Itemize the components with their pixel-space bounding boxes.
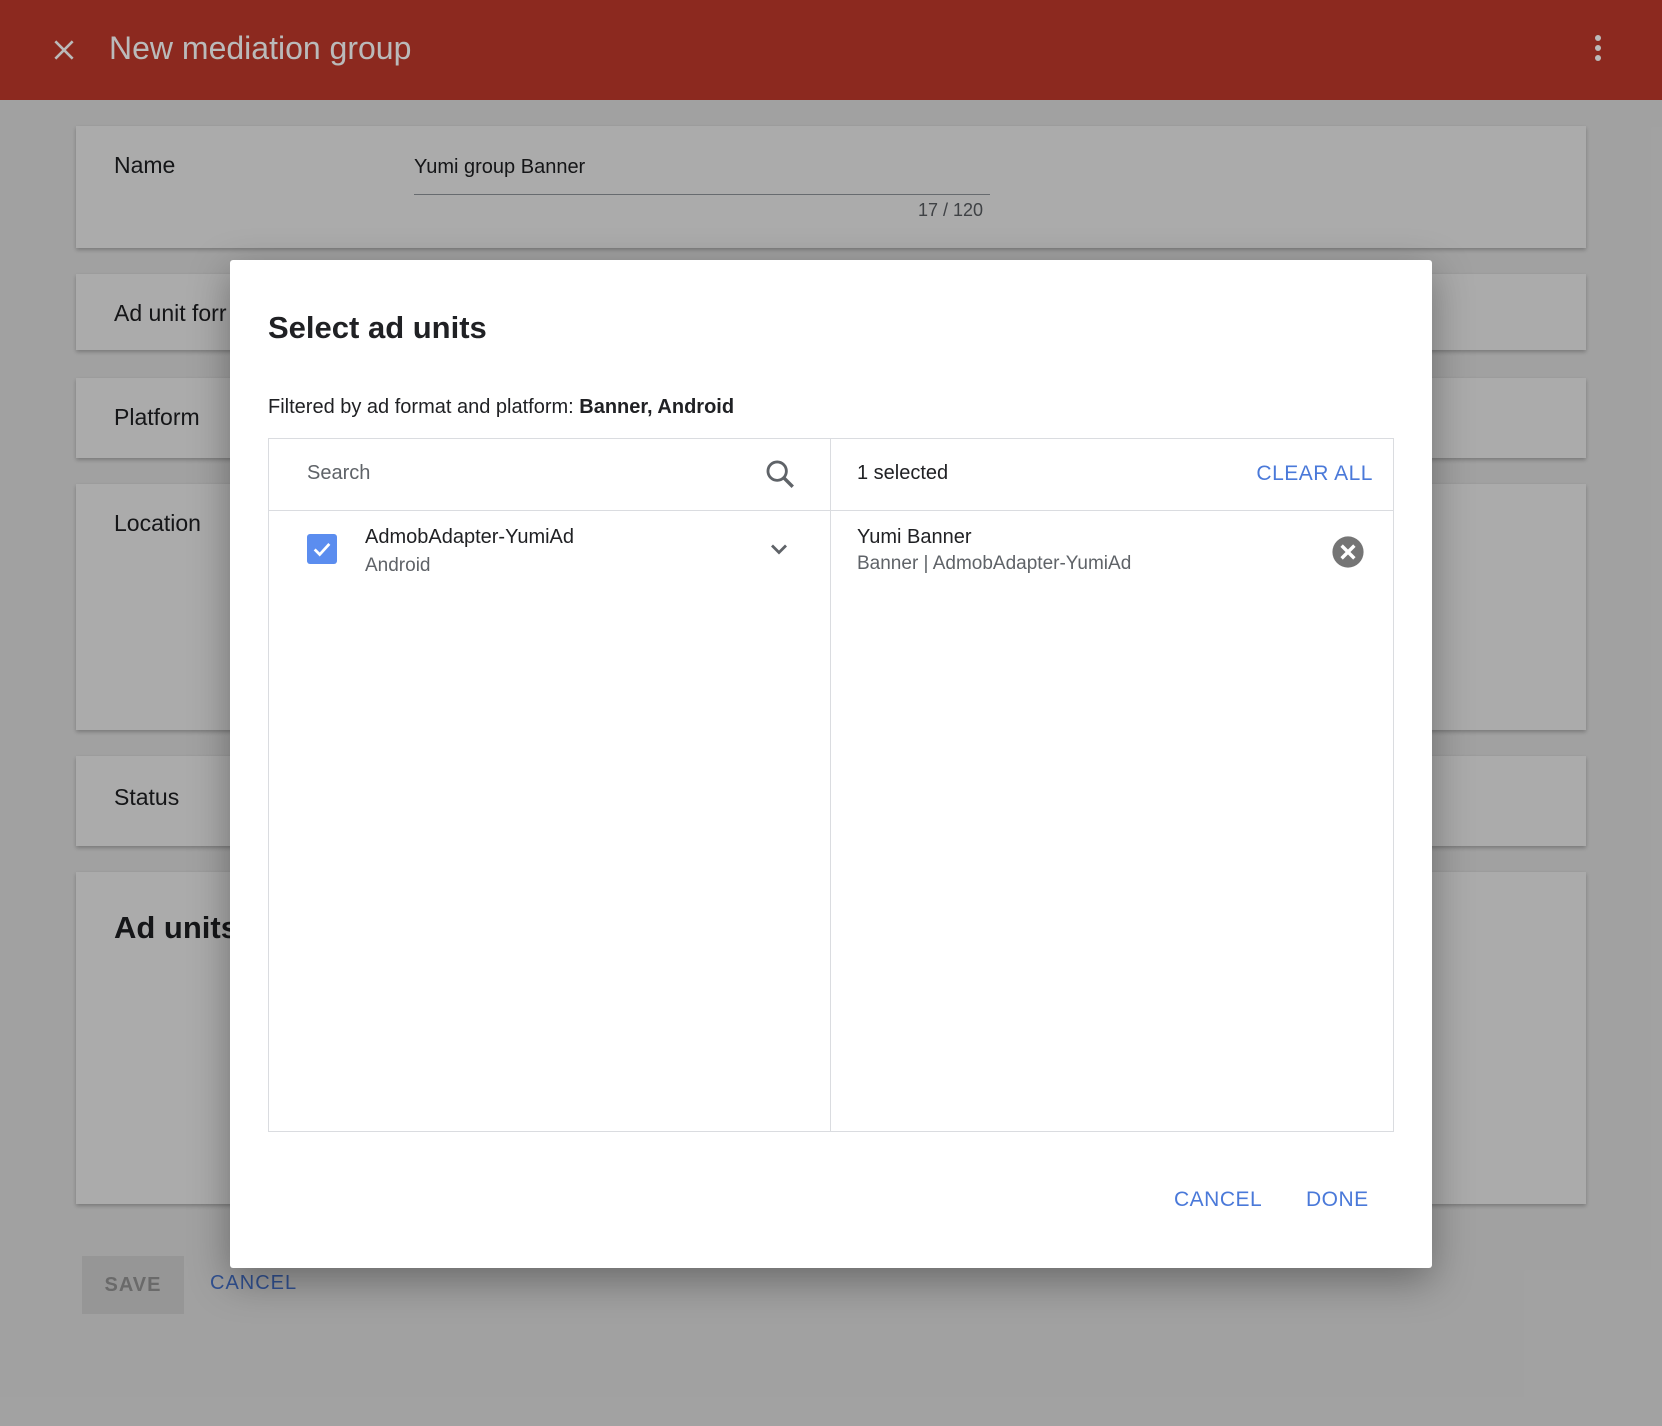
check-icon [313, 543, 331, 557]
selected-header: 1 selected CLEAR ALL [831, 439, 1393, 511]
search-input[interactable]: Search [307, 462, 370, 485]
item-checkbox[interactable] [307, 534, 337, 564]
selected-ad-units-pane: 1 selected CLEAR ALL Yumi Banner Banner … [831, 439, 1393, 1131]
filter-description: Filtered by ad format and platform: Bann… [268, 396, 734, 419]
select-ad-units-dialog: Select ad units Filtered by ad format an… [230, 260, 1432, 1268]
ad-unit-picker: Search AdmobAdapter-YumiAd Android 1 sel… [268, 438, 1394, 1132]
filter-prefix: Filtered by ad format and platform: [268, 396, 580, 418]
available-ad-units-pane: Search AdmobAdapter-YumiAd Android [269, 439, 831, 1131]
item-subtitle: Android [365, 555, 431, 576]
dialog-cancel-button[interactable]: CANCEL [1174, 1188, 1262, 1212]
filter-value: Banner, Android [579, 396, 735, 418]
dialog-done-button[interactable]: DONE [1306, 1188, 1369, 1212]
search-icon[interactable] [763, 457, 797, 491]
list-item[interactable]: AdmobAdapter-YumiAd Android [269, 511, 830, 591]
selected-count: 1 selected [857, 462, 949, 484]
item-title: AdmobAdapter-YumiAd [365, 526, 575, 548]
dialog-title: Select ad units [268, 310, 487, 345]
clear-all-button[interactable]: CLEAR ALL [1256, 462, 1373, 486]
search-bar[interactable]: Search [269, 439, 830, 511]
app-bar-scrim [0, 0, 1662, 100]
selected-item-subtitle: Banner | AdmobAdapter-YumiAd [857, 553, 1132, 574]
chevron-down-icon[interactable] [765, 535, 793, 563]
selected-item: Yumi Banner Banner | AdmobAdapter-YumiAd [831, 511, 1393, 591]
selected-item-title: Yumi Banner [857, 526, 972, 548]
remove-icon[interactable] [1331, 535, 1365, 569]
